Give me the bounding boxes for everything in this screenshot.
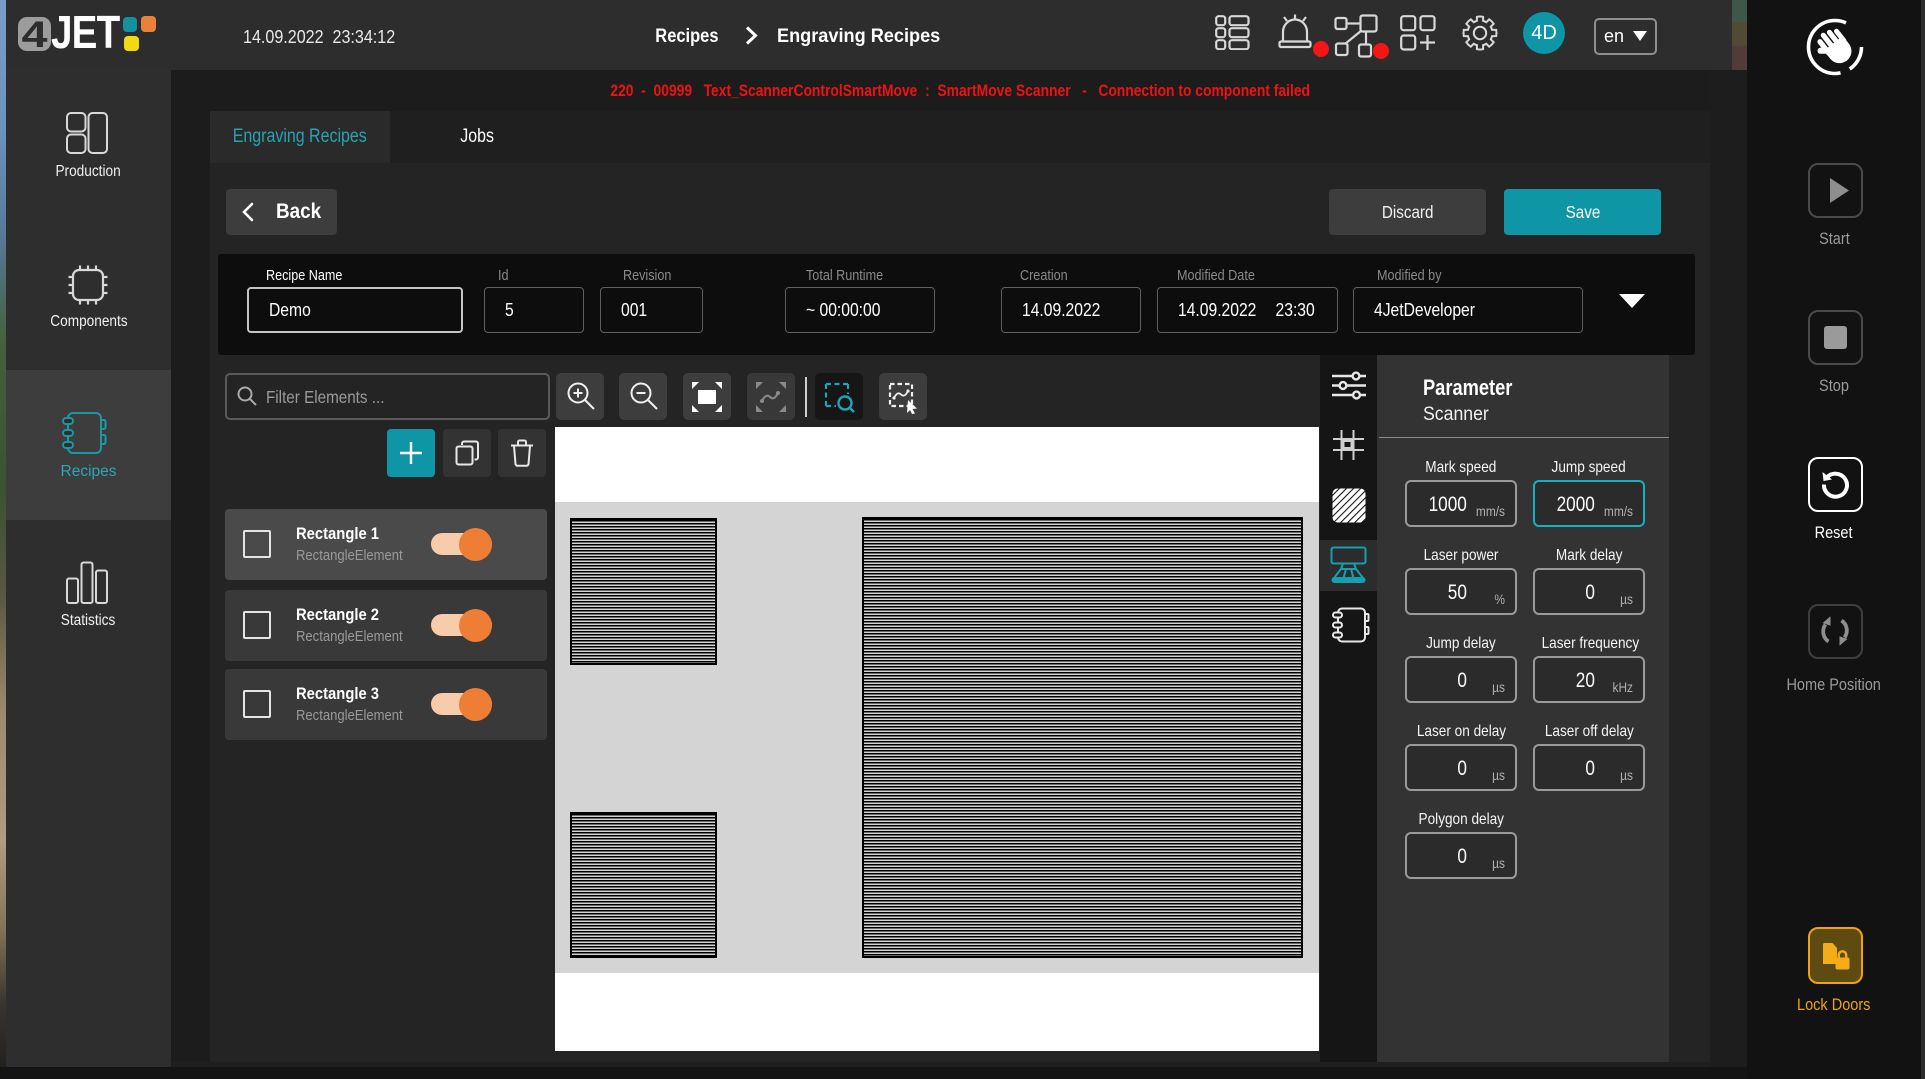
svg-text:4: 4 bbox=[22, 17, 49, 51]
